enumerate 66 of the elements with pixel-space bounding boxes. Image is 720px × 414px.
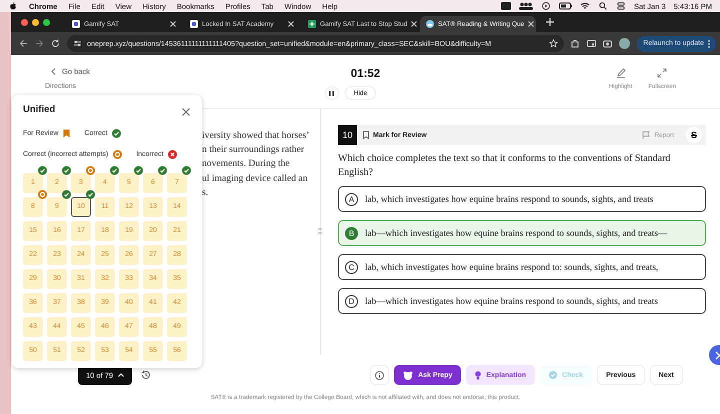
passage-text: s.	[202, 186, 210, 200]
star-icon[interactable]	[549, 39, 558, 48]
answer-option[interactable]: A lab, which investigates how equine brains respond to sounds, sights, and treats	[338, 186, 706, 212]
back-arrow-icon[interactable]	[19, 39, 28, 48]
battery-icon[interactable]	[558, 2, 572, 10]
bookmark-icon	[363, 131, 369, 139]
option-text: lab, which investigates how equine brains respond to: sounds, sights, and treats,	[365, 262, 658, 272]
media-icon[interactable]	[587, 39, 596, 48]
new-tab-icon[interactable]	[546, 18, 554, 26]
timer: 01:52	[350, 68, 380, 80]
apple-logo-icon[interactable]	[8, 2, 18, 10]
question-prompt: Which choice completes the text so that it conforms to the conventions of Standard English?	[338, 152, 672, 180]
close-icon	[182, 108, 190, 116]
close-icon[interactable]	[288, 21, 294, 27]
search-icon[interactable]	[598, 2, 608, 10]
passage-text: ul imaging device called an	[202, 172, 308, 186]
close-icon[interactable]	[411, 21, 418, 27]
robot-icon	[403, 370, 414, 380]
flag-icon	[642, 131, 650, 139]
option-text: lab—which investigates how equine brains respond to sounds, sights, and treats	[365, 296, 658, 306]
popup-title: Unified	[23, 104, 56, 115]
close-window-icon[interactable]	[21, 18, 28, 26]
history-icon	[140, 370, 151, 380]
forward-arrow-icon[interactable]	[35, 39, 44, 48]
control-center-icon[interactable]	[616, 2, 626, 10]
minimize-window-icon[interactable]	[32, 18, 39, 26]
option-letter: C	[345, 260, 358, 274]
cloud-icon	[426, 20, 434, 28]
question-number: 10	[338, 125, 357, 145]
strikethrough-button[interactable]: S	[686, 127, 702, 143]
app-icon	[72, 20, 80, 28]
app-icon	[190, 20, 198, 28]
option-text: lab—which investigates how equine brains respond to sounds, sights, and treats—	[365, 228, 668, 238]
pencil-icon	[616, 68, 626, 78]
answer-option[interactable]: B lab—which investigates how equine brains respond to sounds, sights, and treats—	[338, 220, 706, 246]
info-icon	[375, 370, 384, 380]
people-icon[interactable]	[518, 2, 533, 10]
passage-text: novements. During the	[202, 157, 291, 172]
wifi-icon[interactable]	[580, 2, 590, 10]
pause-button[interactable]	[324, 86, 339, 100]
close-icon[interactable]	[528, 21, 534, 27]
zoom-window-icon[interactable]	[43, 18, 50, 26]
option-letter: B	[345, 226, 358, 240]
reload-icon[interactable]	[51, 39, 60, 48]
camera-icon[interactable]	[603, 39, 612, 48]
option-letter: D	[345, 294, 358, 308]
info-button[interactable]	[370, 365, 390, 385]
pause-icon	[329, 90, 334, 96]
check-circle-icon	[549, 371, 558, 379]
passage-text: iversity showed that horses’	[202, 129, 310, 143]
avatar[interactable]	[619, 38, 630, 49]
passage-text: n their surroundings rather	[202, 143, 306, 158]
option-text: lab, which investigates how equine brains respond to sounds, sights, and treats	[365, 194, 654, 204]
drag-handle-icon[interactable]	[318, 227, 322, 235]
spreadsheet-icon	[308, 20, 316, 28]
chevron-left-icon	[51, 68, 56, 75]
answer-option[interactable]: C lab, which investigates how equine brains respond to: sounds, sights, and treats,	[338, 254, 706, 280]
lightbulb-icon	[475, 370, 482, 380]
close-icon[interactable]	[170, 21, 176, 27]
expand-icon	[657, 68, 668, 78]
tune-icon[interactable]	[73, 39, 82, 48]
answer-option[interactable]: D lab—which investigates how equine brains respond to sounds, sights, and treats	[338, 288, 706, 314]
chevron-up-icon	[118, 373, 124, 377]
play-icon[interactable]	[540, 2, 551, 10]
extensions-icon[interactable]	[571, 39, 580, 48]
option-letter: A	[345, 192, 358, 206]
